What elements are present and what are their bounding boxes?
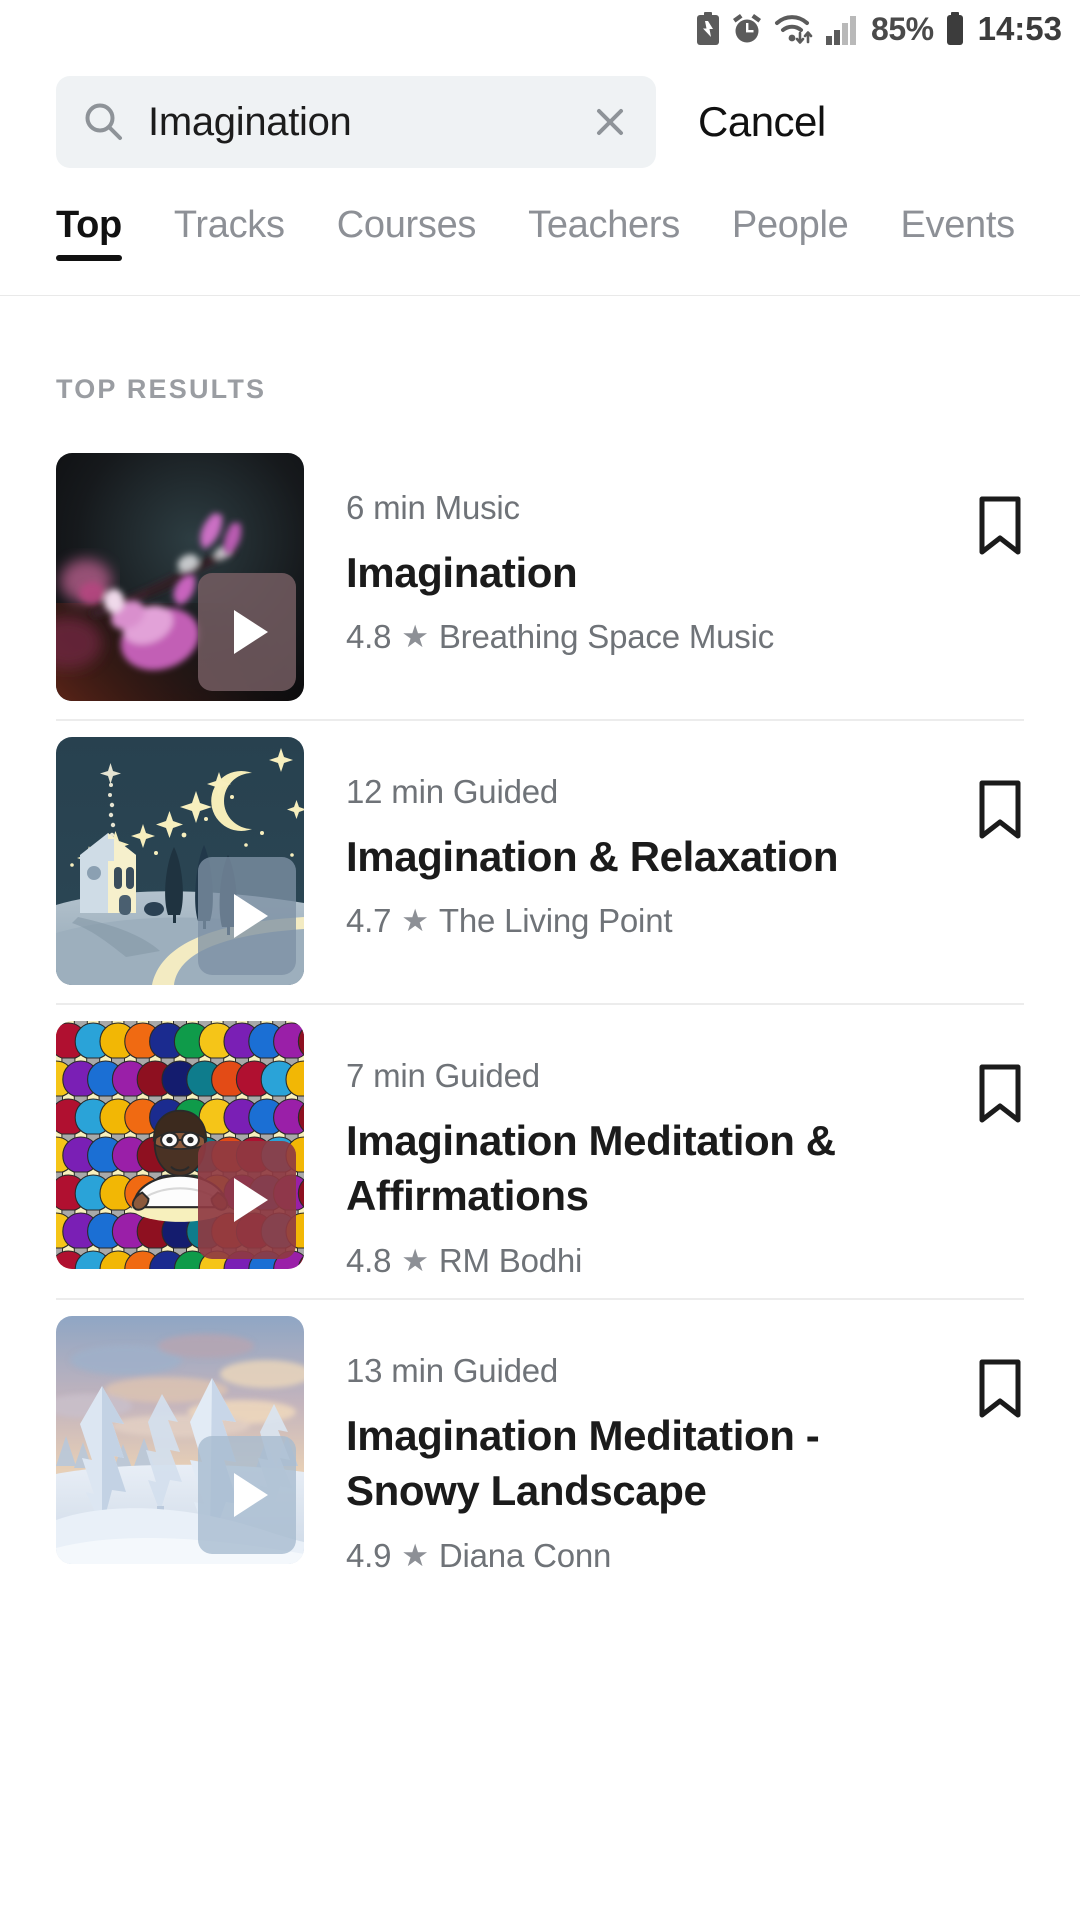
rating-value: 4.7 [346,902,392,940]
play-button[interactable] [198,857,296,975]
track-meta: 7 min Guided Imagination Meditation & Af… [304,1021,972,1280]
track-meta: 6 min Music Imagination 4.8 ★ Breathing … [304,453,972,656]
star-icon: ★ [401,1242,429,1278]
star-icon: ★ [401,903,429,939]
track-duration: 6 min Music [346,489,520,526]
track-title: Imagination & Relaxation [346,833,839,880]
tab-list: Top Tracks Courses Teachers People Event… [0,178,1015,261]
rating-value: 4.8 [346,1241,392,1279]
rating-value: 4.9 [346,1536,392,1574]
track-duration: 12 min Guided [346,773,559,810]
cellular-signal-icon [825,12,861,46]
star-icon: ★ [401,1537,429,1573]
track-duration: 7 min Guided [346,1057,540,1094]
search-input-value: Imagination [148,99,352,144]
bookmark-icon[interactable] [972,1358,1028,1420]
tab-teachers[interactable]: Teachers [528,204,680,261]
track-rating-row: 4.9 ★ Diana Conn [346,1537,956,1575]
close-icon[interactable] [590,102,630,142]
track-meta: 12 min Guided Imagination & Relaxation 4… [304,737,972,940]
tab-tracks[interactable]: Tracks [174,204,285,261]
play-button[interactable] [198,573,296,691]
track-title: Imagination Meditation & Affirmations [346,1117,836,1220]
tab-people[interactable]: People [732,204,849,261]
rating-value: 4.8 [346,618,392,656]
track-thumbnail[interactable] [56,1021,304,1269]
track-author: RM Bodhi [438,1241,583,1279]
tab-courses[interactable]: Courses [337,204,477,261]
play-button[interactable] [198,1141,296,1259]
track-duration: 13 min Guided [346,1351,559,1389]
track-author: Diana Conn [438,1536,612,1574]
play-button[interactable] [198,1435,296,1554]
track-author: Breathing Space Music [438,618,775,656]
tab-bar: Top Tracks Courses Teachers People Event… [0,178,1080,296]
battery-saver-icon [695,12,721,46]
play-icon [234,1472,268,1517]
track-thumbnail[interactable] [56,453,304,701]
track-rating-row: 4.8 ★ RM Bodhi [346,1242,956,1280]
track-title: Imagination [346,549,578,596]
bookmark-icon[interactable] [972,1063,1028,1125]
search-results-list: 6 min Music Imagination 4.8 ★ Breathing … [0,435,1080,1593]
track-rating-row: 4.7 ★ The Living Point [346,902,956,940]
play-icon [234,610,268,654]
tab-top[interactable]: Top [56,204,122,261]
battery-percent-label: 85% [871,10,934,47]
bookmark-icon[interactable] [972,495,1028,557]
bookmark-icon[interactable] [972,779,1028,841]
track-thumbnail[interactable] [56,737,304,985]
list-item[interactable]: 13 min Guided Imagination Meditation - S… [0,1297,1080,1593]
wifi-icon [773,12,815,46]
track-rating-row: 4.8 ★ Breathing Space Music [346,618,956,656]
list-item[interactable]: 12 min Guided Imagination & Relaxation 4… [0,719,1080,1003]
clock-label: 14:53 [977,10,1062,47]
battery-icon [944,12,966,46]
track-meta: 13 min Guided Imagination Meditation - S… [304,1316,972,1575]
search-icon [82,100,126,144]
track-title: Imagination Meditation - Snowy Landscape [346,1411,820,1515]
play-icon [234,894,268,938]
section-header-top-results: TOP RESULTS [56,374,267,404]
track-thumbnail[interactable] [56,1315,304,1564]
cancel-button[interactable]: Cancel [698,98,826,146]
tab-events[interactable]: Events [900,204,1015,261]
status-bar: 85% 14:53 [0,0,1080,58]
star-icon: ★ [401,619,429,655]
list-item[interactable]: 6 min Music Imagination 4.8 ★ Breathing … [0,435,1080,719]
search-bar: Imagination Cancel [0,58,1080,178]
search-input[interactable]: Imagination [56,76,656,168]
alarm-clock-icon [731,12,763,46]
list-item[interactable]: 7 min Guided Imagination Meditation & Af… [0,1003,1080,1298]
track-author: The Living Point [438,902,673,940]
play-icon [234,1178,268,1222]
